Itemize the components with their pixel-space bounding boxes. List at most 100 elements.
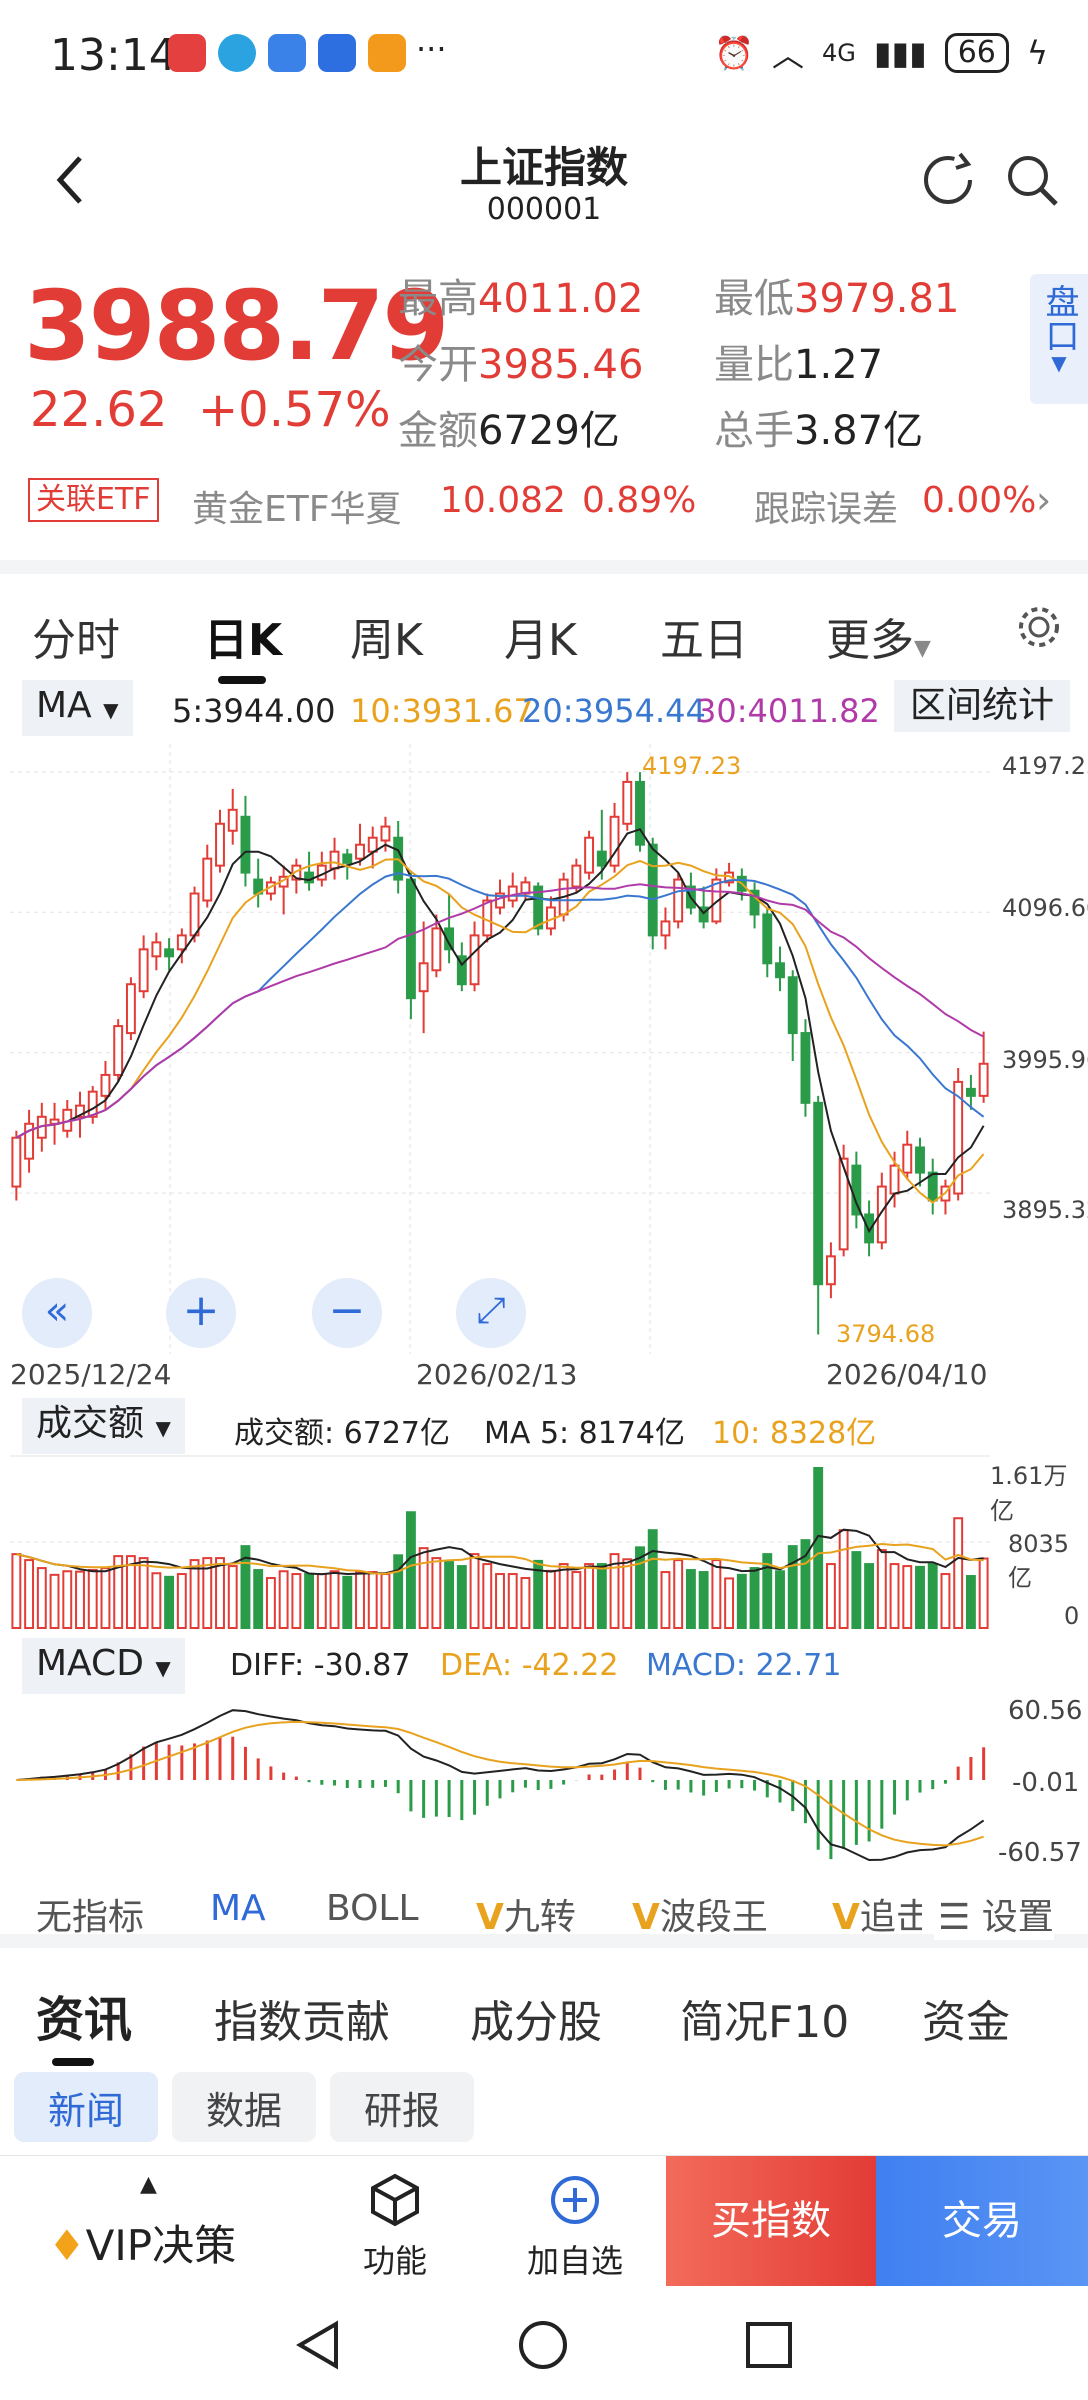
indicator-chase[interactable]: V追击: [832, 1888, 922, 1940]
y-tick-1: 4197.23: [1002, 752, 1088, 780]
tab-intraday[interactable]: 分时: [32, 604, 120, 668]
ma20-value: 20:3954.44: [522, 692, 706, 730]
rewind-button[interactable]: «: [22, 1278, 92, 1348]
indicator-settings[interactable]: ☰ 设置: [934, 1888, 1054, 1940]
indicator-wave-king[interactable]: V波段王: [632, 1888, 768, 1940]
tab-monthly-k[interactable]: 月K: [504, 604, 577, 668]
high-annotation: 4197.23: [642, 752, 742, 780]
indicator-none[interactable]: 无指标: [36, 1888, 144, 1940]
tab-weekly-k[interactable]: 周K: [350, 604, 423, 668]
candle-up: [11, 1136, 22, 1188]
volume-bar-up: [876, 1549, 887, 1629]
volume-bar-down: [304, 1573, 315, 1629]
tab-more[interactable]: 更多▼: [826, 604, 931, 668]
system-recents-button[interactable]: [742, 2318, 796, 2372]
macd-selector[interactable]: MACD ▼: [22, 1638, 185, 1694]
indicator-tabs: 无指标 MA BOLL V九转 V波段王 V追击 ☰ 设置: [0, 1888, 1088, 1948]
volume-bar-down: [647, 1529, 658, 1629]
calendar-icon: [268, 34, 306, 72]
related-etf-row[interactable]: 关联ETF 黄金ETF华夏 10.082 0.89% 跟踪误差 0.00% ›: [0, 470, 1088, 540]
ma30-value: 30:4011.82: [696, 692, 880, 730]
tab-f10[interactable]: 简况F10: [680, 1986, 849, 2050]
battery-indicator: 66: [944, 33, 1009, 73]
function-button[interactable]: 功能: [310, 2172, 480, 2282]
zoom-in-button[interactable]: +: [166, 1278, 236, 1348]
pankou-button[interactable]: 盘口 ▼: [1030, 274, 1088, 404]
volume-bar-up: [889, 1563, 900, 1629]
stat-total-hands: 总手3.87亿: [714, 408, 924, 454]
volume-bar-up: [673, 1559, 684, 1629]
plus-icon: +: [182, 1285, 220, 1336]
expand-icon: ⤢: [476, 1290, 506, 1331]
indicator-nine-turn[interactable]: V九转: [476, 1888, 576, 1940]
candle-up: [380, 825, 391, 842]
volume-bar-up: [367, 1571, 378, 1629]
candle-up: [469, 934, 480, 986]
tab-daily-k[interactable]: 日K: [204, 604, 282, 668]
expand-button[interactable]: ⤢: [456, 1278, 526, 1348]
caret-down-icon: ▼: [155, 1416, 171, 1440]
stock-header: 上证指数 000001: [0, 110, 1088, 250]
volume-bar-down: [456, 1565, 467, 1629]
trade-button[interactable]: 交易: [876, 2156, 1088, 2286]
search-button[interactable]: [1002, 150, 1062, 214]
change-percent: +0.57%: [197, 382, 391, 438]
subtab-data[interactable]: 数据: [172, 2072, 316, 2142]
etf-price: 10.082: [440, 480, 566, 521]
indicator-boll[interactable]: BOLL: [326, 1888, 419, 1929]
system-home-button[interactable]: [516, 2318, 570, 2372]
volume-bar-up: [431, 1557, 442, 1629]
volume-selector[interactable]: 成交额 ▼: [22, 1398, 185, 1454]
volume-chart[interactable]: [10, 1454, 1080, 1634]
volume-bar-up: [11, 1553, 22, 1629]
volume-bar-down: [787, 1545, 798, 1629]
candle-up: [660, 920, 671, 937]
gear-icon: [1019, 607, 1059, 647]
network-type: 4G: [822, 39, 856, 67]
volume-bar-up: [495, 1573, 505, 1629]
quote-panel: 3988.79 22.62 +0.57% 最高4011.02 最低3979.81…: [0, 260, 1088, 460]
macd-chart[interactable]: [10, 1692, 1080, 1872]
indicator-chase-label: 追击: [859, 1897, 922, 1938]
subtab-research[interactable]: 研报: [330, 2072, 474, 2142]
tab-five-day[interactable]: 五日: [660, 604, 748, 668]
volume-bar-up: [62, 1570, 73, 1629]
refresh-button[interactable]: [918, 148, 978, 212]
chart-settings-button[interactable]: [1016, 604, 1062, 654]
interval-stats-button[interactable]: 区间统计: [893, 680, 1070, 732]
caret-up-icon: ▲: [140, 2172, 157, 2197]
add-watchlist-label: 加自选: [526, 2242, 623, 2280]
tab-index-contribution[interactable]: 指数贡献: [214, 1986, 390, 2050]
tab-capital[interactable]: 资金: [922, 1986, 1010, 2050]
stat-low: 最低3979.81: [714, 276, 960, 322]
ma5-value: 5:3944.00: [172, 692, 336, 730]
buy-index-button[interactable]: 买指数: [666, 2156, 876, 2286]
settings-list-icon: ☰: [938, 1897, 971, 1938]
app-notification-icon: [218, 34, 256, 72]
indicator-ma[interactable]: MA: [210, 1888, 266, 1929]
candle-down: [647, 843, 658, 937]
candle-up: [125, 983, 136, 1035]
subtab-news[interactable]: 新闻: [14, 2072, 158, 2142]
candle-down: [775, 962, 785, 979]
add-watchlist-button[interactable]: 加自选: [490, 2172, 660, 2282]
tab-constituents[interactable]: 成分股: [470, 1986, 602, 2050]
macd-value: MACD: 22.71: [646, 1648, 842, 1683]
system-back-button[interactable]: [292, 2318, 346, 2372]
volume-bar-up: [36, 1567, 47, 1629]
candle-down: [762, 913, 773, 965]
app-notification-icon: [318, 34, 356, 72]
candle-up: [100, 1073, 111, 1097]
x-tick-1: 2025/12/24: [10, 1358, 172, 1391]
ma-selector[interactable]: MA ▼: [22, 680, 133, 736]
candle-up: [113, 1025, 124, 1076]
indicator-nine-turn-label: 九转: [503, 1897, 576, 1938]
cube-icon: [371, 2173, 419, 2227]
candle-down: [915, 1146, 925, 1174]
volume-bar-up: [316, 1573, 327, 1629]
ma30-line: [15, 883, 985, 1139]
tab-news[interactable]: 资讯: [36, 1980, 132, 2050]
vip-decision-button[interactable]: ▲ ♦VIP决策: [0, 2156, 306, 2286]
volume-bar-down: [915, 1565, 925, 1629]
zoom-out-button[interactable]: −: [312, 1278, 382, 1348]
